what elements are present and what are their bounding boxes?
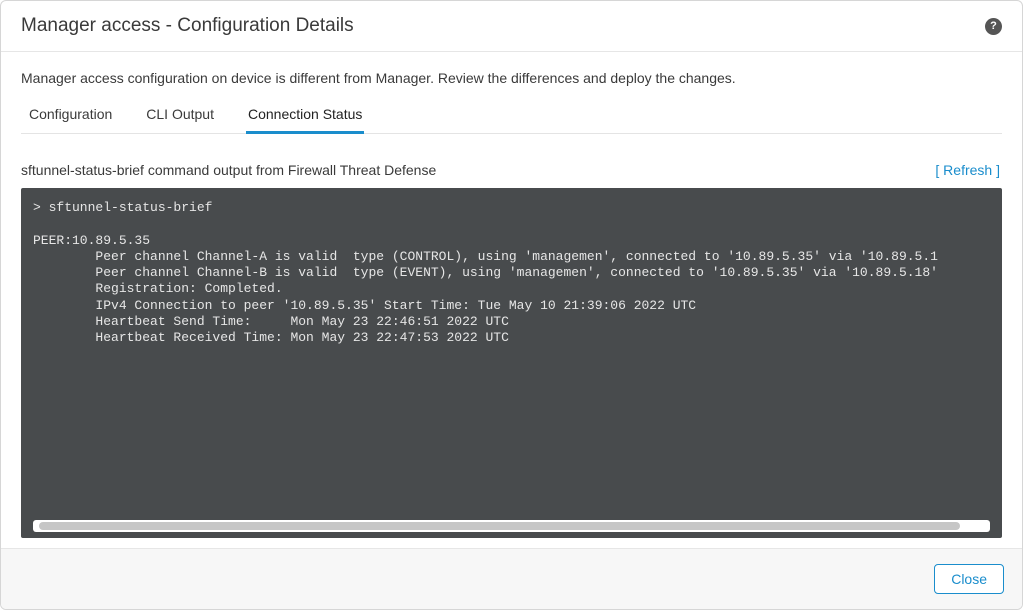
dialog-title: Manager access - Configuration Details [21, 15, 354, 37]
dialog-footer: Close [1, 548, 1022, 609]
config-details-dialog: Manager access - Configuration Details ?… [0, 0, 1023, 610]
panel-header: sftunnel-status-brief command output fro… [21, 134, 1002, 188]
refresh-link[interactable]: [ Refresh ] [935, 162, 1000, 178]
scrollbar-thumb[interactable] [39, 522, 960, 530]
horizontal-scrollbar[interactable] [33, 520, 990, 532]
terminal-output[interactable]: > sftunnel-status-brief PEER:10.89.5.35 … [33, 200, 990, 512]
tab-configuration[interactable]: Configuration [27, 100, 114, 134]
terminal-panel: > sftunnel-status-brief PEER:10.89.5.35 … [21, 188, 1002, 538]
panel-title: sftunnel-status-brief command output fro… [21, 162, 436, 178]
help-icon[interactable]: ? [985, 18, 1002, 35]
tab-connection-status[interactable]: Connection Status [246, 100, 364, 134]
dialog-header: Manager access - Configuration Details ? [1, 1, 1022, 52]
close-button[interactable]: Close [934, 564, 1004, 594]
tabs-bar: Configuration CLI Output Connection Stat… [21, 100, 1002, 134]
config-diff-description: Manager access configuration on device i… [21, 70, 1002, 86]
tab-cli-output[interactable]: CLI Output [144, 100, 216, 134]
dialog-content: Manager access configuration on device i… [1, 52, 1022, 548]
